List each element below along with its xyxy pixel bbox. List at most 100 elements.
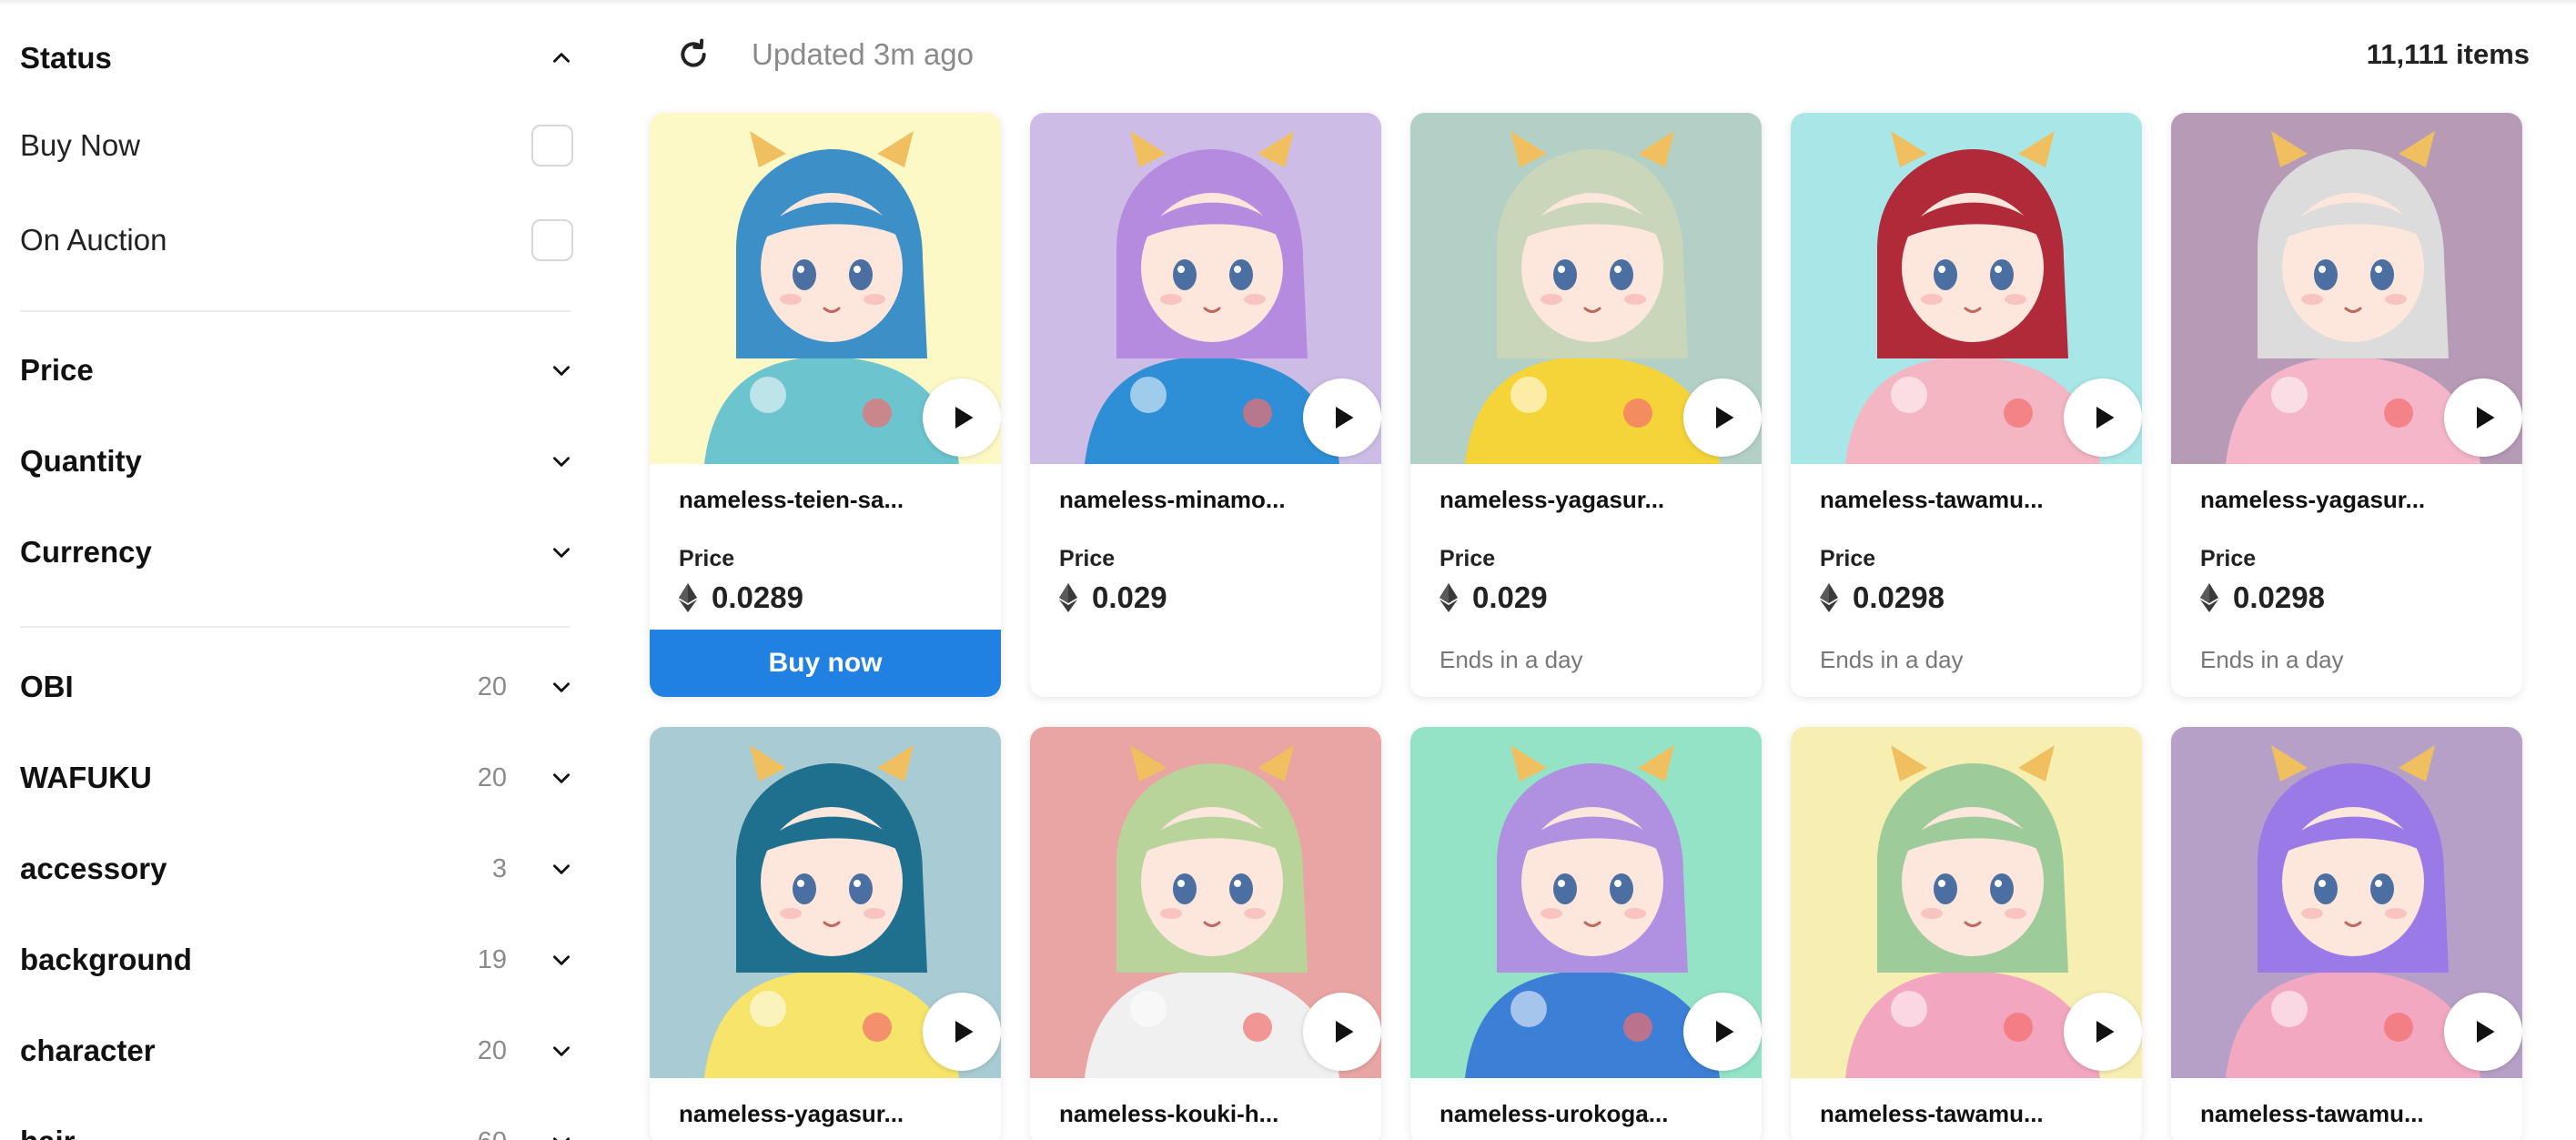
play-button[interactable] <box>2064 378 2142 457</box>
nft-card[interactable]: nameless-yagasur... Price 0.029 Ends in a d… <box>1410 113 1762 697</box>
refresh-icon[interactable] <box>673 35 713 75</box>
price-filter-title: Price <box>20 353 94 387</box>
price-value: 0.0289 <box>712 580 803 614</box>
nft-card[interactable]: nameless-yagasur... <box>650 727 1001 1140</box>
price-label: Price <box>1820 546 1876 571</box>
play-button[interactable] <box>1683 378 1762 457</box>
play-icon <box>2477 407 2495 429</box>
on-auction-label: On Auction <box>20 223 167 257</box>
trait-character-header[interactable]: character 20 <box>20 1024 575 1078</box>
nft-name[interactable]: nameless-teien-sa... <box>679 486 904 514</box>
nft-name[interactable]: nameless-yagasur... <box>2200 486 2425 514</box>
nft-card[interactable]: nameless-teien-sa... Price 0.0289 Buy now <box>650 113 1001 697</box>
price: 0.029 <box>1059 580 1167 615</box>
nft-card[interactable]: nameless-urokoga... <box>1410 727 1762 1140</box>
buy-now-button[interactable]: Buy now <box>650 630 1001 697</box>
nft-name[interactable]: nameless-yagasur... <box>1440 486 1664 514</box>
last-updated-text: Updated 3m ago <box>752 37 975 71</box>
chevron-down-icon[interactable] <box>548 855 575 883</box>
price-value: 0.0298 <box>1853 580 1945 614</box>
trait-obi-header[interactable]: OBI 20 <box>20 660 575 714</box>
eth-icon <box>1059 583 1077 612</box>
price-label: Price <box>2200 546 2257 571</box>
trait-count: 60 <box>478 1127 507 1140</box>
eth-icon <box>679 583 697 612</box>
chevron-down-icon[interactable] <box>548 764 575 792</box>
nft-card[interactable]: nameless-tawamu... <box>2171 727 2522 1140</box>
nft-image[interactable] <box>1410 113 1762 464</box>
trait-wafuku-header[interactable]: WAFUKU 20 <box>20 751 575 805</box>
play-icon <box>2477 1021 2495 1043</box>
nft-name[interactable]: nameless-kouki-h... <box>1059 1100 1278 1128</box>
nft-image[interactable] <box>1030 113 1381 464</box>
nft-image[interactable] <box>1030 727 1381 1078</box>
status-option-buy-now[interactable]: Buy Now <box>20 118 575 173</box>
nft-image[interactable] <box>1791 727 2142 1078</box>
price-value: 0.029 <box>1092 580 1167 614</box>
play-button[interactable] <box>1303 993 1381 1071</box>
nft-card[interactable]: nameless-kouki-h... <box>1030 727 1381 1140</box>
chevron-down-icon[interactable] <box>548 1128 575 1140</box>
price-filter-header[interactable]: Price <box>20 343 575 398</box>
status-option-on-auction[interactable]: On Auction <box>20 213 575 267</box>
trait-hair-header[interactable]: hair 60 <box>20 1115 575 1140</box>
buy-now-checkbox[interactable] <box>531 125 573 166</box>
chevron-down-icon[interactable] <box>548 357 575 384</box>
nft-card[interactable]: nameless-tawamu... <box>1791 727 2142 1140</box>
play-icon <box>955 1021 974 1043</box>
price-label: Price <box>1059 546 1116 571</box>
trait-accessory-header[interactable]: accessory 3 <box>20 842 575 896</box>
price-value: 0.0298 <box>2233 580 2325 614</box>
trait-name: hair <box>20 1125 76 1140</box>
trait-background-header[interactable]: background 19 <box>20 933 575 987</box>
divider <box>20 310 571 312</box>
play-button[interactable] <box>923 993 1001 1071</box>
nft-image[interactable] <box>650 113 1001 464</box>
quantity-filter-title: Quantity <box>20 444 142 478</box>
nft-name[interactable]: nameless-urokoga... <box>1440 1100 1668 1128</box>
nft-name[interactable]: nameless-tawamu... <box>1820 486 2044 514</box>
nft-image[interactable] <box>1410 727 1762 1078</box>
play-button[interactable] <box>2444 993 2522 1071</box>
status-title: Status <box>20 41 112 75</box>
play-button[interactable] <box>923 378 1001 457</box>
nft-image[interactable] <box>2171 113 2522 464</box>
nft-name[interactable]: nameless-minamo... <box>1059 486 1286 514</box>
play-button[interactable] <box>2064 993 2142 1071</box>
play-button[interactable] <box>1303 378 1381 457</box>
chevron-down-icon[interactable] <box>548 1037 575 1064</box>
play-button[interactable] <box>2444 378 2522 457</box>
play-button[interactable] <box>1683 993 1762 1071</box>
status-section-header[interactable]: Status <box>20 31 575 86</box>
trait-count: 20 <box>477 1035 507 1065</box>
play-icon <box>1336 1021 1354 1043</box>
nft-card[interactable]: nameless-tawamu... Price 0.0298 Ends in a d… <box>1791 113 2142 697</box>
nft-card[interactable]: nameless-yagasur... Price 0.0298 Ends in a … <box>2171 113 2522 697</box>
item-count: 11,111 items <box>2366 38 2530 70</box>
nft-name[interactable]: nameless-tawamu... <box>2200 1100 2424 1128</box>
trait-name: accessory <box>20 852 167 885</box>
nft-image[interactable] <box>2171 727 2522 1078</box>
on-auction-checkbox[interactable] <box>531 219 573 261</box>
play-icon <box>2096 1021 2115 1043</box>
play-icon <box>1716 1021 1734 1043</box>
chevron-down-icon[interactable] <box>548 539 575 566</box>
currency-filter-header[interactable]: Currency <box>20 525 575 580</box>
trait-count: 19 <box>477 944 507 974</box>
price: 0.0289 <box>679 580 803 615</box>
price: 0.0298 <box>2200 580 2325 615</box>
chevron-down-icon[interactable] <box>548 946 575 974</box>
nft-name[interactable]: nameless-tawamu... <box>1820 1100 2044 1128</box>
nft-image[interactable] <box>1791 113 2142 464</box>
trait-name: background <box>20 943 192 976</box>
nft-name[interactable]: nameless-yagasur... <box>679 1100 904 1128</box>
play-icon <box>1716 407 1734 429</box>
quantity-filter-header[interactable]: Quantity <box>20 434 575 489</box>
chevron-down-icon[interactable] <box>548 448 575 475</box>
eth-icon <box>1820 583 1838 612</box>
nft-card[interactable]: nameless-minamo... Price 0.029 <box>1030 113 1381 697</box>
nft-image[interactable] <box>650 727 1001 1078</box>
chevron-down-icon[interactable] <box>548 673 575 701</box>
filter-sidebar: Status Buy Now On Auction Price Quantity… <box>0 0 591 1140</box>
chevron-up-icon[interactable] <box>548 45 575 72</box>
